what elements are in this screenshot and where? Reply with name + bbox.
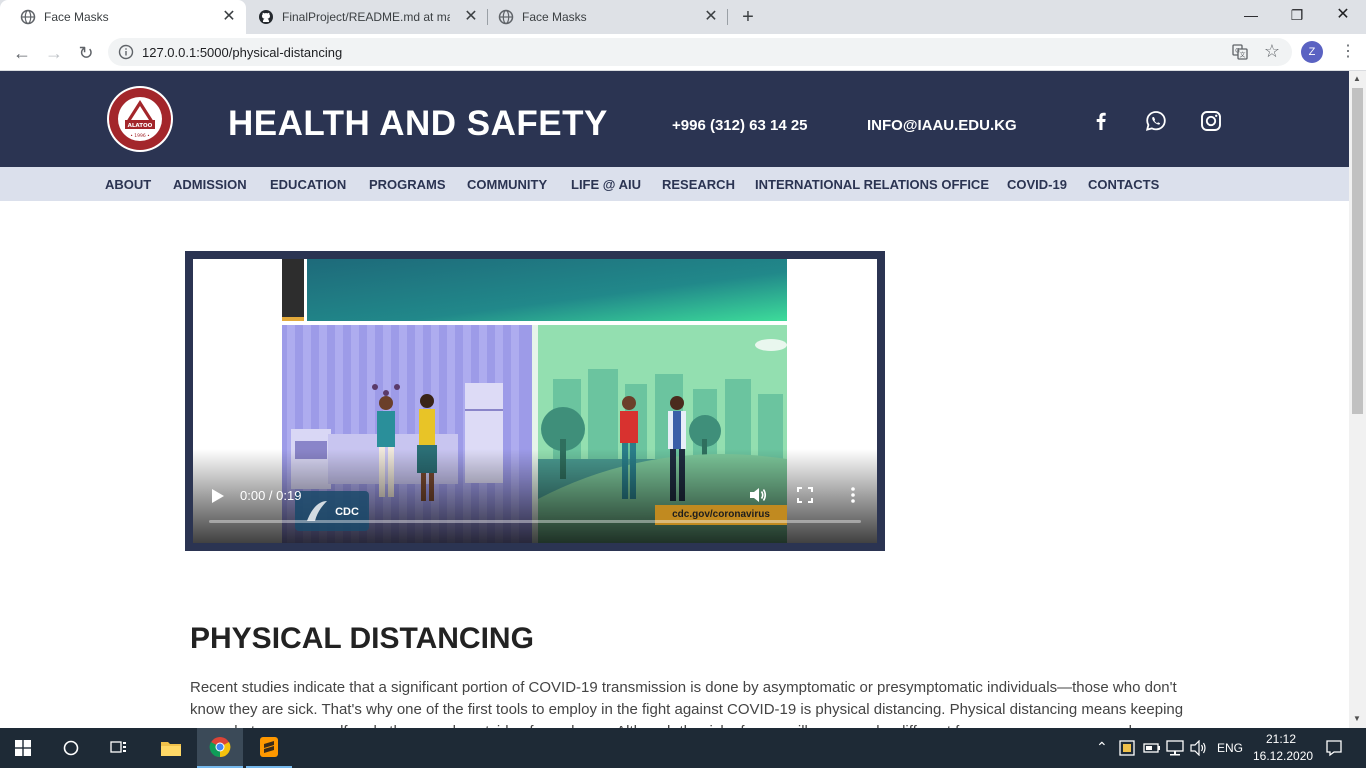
svg-text:文: 文 — [1239, 51, 1245, 59]
tab-title: Face Masks — [522, 10, 587, 24]
site-title: HEALTH AND SAFETY — [228, 104, 608, 143]
page-viewport: ALATOO • 1996 • HEALTH AND SAFETY +996 (… — [0, 71, 1349, 728]
svg-text:G: G — [1235, 48, 1240, 55]
video-frame: CDC cdc.gov/coronavirus 0:00 / 0:19 — [185, 251, 885, 551]
nav-research[interactable]: RESEARCH — [662, 177, 735, 192]
nav-programs[interactable]: PROGRAMS — [369, 177, 446, 192]
play-icon[interactable] — [211, 488, 225, 504]
phone-link[interactable]: +996 (312) 63 14 25 — [672, 117, 808, 134]
nav-education[interactable]: EDUCATION — [270, 177, 346, 192]
info-icon[interactable] — [118, 44, 134, 60]
file-explorer-button[interactable] — [148, 728, 194, 768]
close-icon[interactable]: ✕ — [702, 8, 720, 26]
page-scrollbar[interactable]: ▲ ▼ — [1349, 71, 1366, 728]
cdc-logo: CDC — [295, 491, 369, 531]
tab-title: FinalProject/README.md at main — [282, 10, 450, 24]
clock-date[interactable]: 16.12.2020 — [1253, 749, 1313, 763]
search-button[interactable] — [48, 728, 94, 768]
battery-icon[interactable] — [1143, 742, 1161, 754]
reload-icon[interactable]: ↻ — [72, 39, 100, 67]
page-title: PHYSICAL DISTANCING — [190, 622, 534, 655]
fullscreen-icon[interactable] — [797, 487, 813, 503]
browser-tabstrip: Face Masks ✕ FinalProject/README.md at m… — [0, 0, 1366, 34]
video-time: 0:00 / 0:19 — [240, 488, 302, 503]
folder-icon — [161, 742, 181, 756]
svg-text:• 1996 •: • 1996 • — [130, 133, 150, 139]
tab-title: Face Masks — [44, 10, 109, 24]
globe-icon — [20, 9, 36, 25]
close-window-icon[interactable]: ✕ — [1320, 0, 1366, 30]
main-nav: ABOUT ADMISSION EDUCATION PROGRAMS COMMU… — [0, 167, 1349, 201]
new-tab-button[interactable]: + — [737, 6, 759, 28]
tab-face-masks-1[interactable]: Face Masks ✕ — [0, 0, 246, 34]
close-icon[interactable]: ✕ — [220, 8, 238, 26]
scroll-down-icon[interactable]: ▼ — [1353, 714, 1361, 723]
task-view-button[interactable] — [96, 728, 142, 768]
nav-contacts[interactable]: CONTACTS — [1088, 177, 1159, 192]
site-header: ALATOO • 1996 • HEALTH AND SAFETY +996 (… — [0, 71, 1349, 167]
task-view-icon — [110, 741, 126, 753]
nav-covid-19[interactable]: COVID-19 — [1007, 177, 1067, 192]
facebook-icon[interactable] — [1089, 109, 1113, 133]
url-text: 127.0.0.1:5000/physical-distancing — [142, 45, 343, 60]
globe-icon — [498, 9, 514, 25]
whatsapp-icon[interactable] — [1144, 109, 1168, 133]
nav-life-at-aiu[interactable]: LIFE @ AIU — [571, 177, 641, 192]
address-bar[interactable]: 127.0.0.1:5000/physical-distancing 文G ☆ — [108, 38, 1292, 66]
svg-text:ALATOO: ALATOO — [128, 123, 153, 129]
minimize-icon[interactable]: — — [1228, 0, 1274, 30]
video-progress-bar[interactable] — [209, 520, 861, 523]
chrome-icon — [209, 737, 231, 758]
nav-community[interactable]: COMMUNITY — [467, 177, 547, 192]
windows-taskbar: ⌃ ENG 21:12 16.12.2020 — [0, 728, 1366, 768]
university-logo[interactable]: ALATOO • 1996 • — [106, 84, 174, 154]
video-player[interactable]: CDC cdc.gov/coronavirus 0:00 / 0:19 — [193, 259, 877, 543]
sublime-text-button[interactable] — [246, 728, 292, 768]
article-body: Recent studies indicate that a significa… — [190, 679, 1184, 728]
instagram-icon[interactable] — [1199, 109, 1223, 133]
scroll-up-icon[interactable]: ▲ — [1353, 74, 1361, 83]
start-button[interactable] — [0, 728, 46, 768]
windows-logo-icon — [15, 740, 31, 756]
security-tray-icon[interactable] — [1119, 740, 1135, 756]
sublime-text-icon — [260, 737, 278, 757]
translate-icon[interactable]: 文G — [1232, 44, 1248, 60]
forward-icon[interactable]: → — [40, 39, 68, 67]
tab-readme[interactable]: FinalProject/README.md at main ✕ — [238, 0, 488, 34]
browser-toolbar: ← → ↻ 127.0.0.1:5000/physical-distancing… — [0, 34, 1366, 71]
input-language[interactable]: ENG — [1217, 741, 1243, 755]
scrollbar-thumb[interactable] — [1352, 88, 1363, 414]
bookmark-star-icon[interactable]: ☆ — [1264, 41, 1280, 62]
network-icon[interactable] — [1166, 740, 1184, 756]
search-circle-icon — [63, 740, 79, 756]
clock-time[interactable]: 21:12 — [1266, 732, 1296, 746]
show-hidden-icons-icon[interactable]: ⌃ — [1096, 739, 1108, 756]
chrome-taskbar-button[interactable] — [197, 728, 243, 768]
github-icon — [259, 10, 273, 24]
cdc-logo-text: CDC — [335, 506, 359, 518]
tab-separator — [727, 9, 728, 25]
profile-avatar[interactable]: Z — [1301, 41, 1323, 63]
more-options-icon[interactable] — [847, 486, 859, 504]
nav-international-relations[interactable]: INTERNATIONAL RELATIONS OFFICE — [755, 177, 989, 192]
restore-icon[interactable]: ❐ — [1274, 0, 1320, 30]
nav-admission[interactable]: ADMISSION — [173, 177, 247, 192]
volume-icon[interactable] — [749, 486, 767, 504]
back-icon[interactable]: ← — [8, 39, 36, 67]
nav-about[interactable]: ABOUT — [105, 177, 151, 192]
tab-face-masks-2[interactable]: Face Masks ✕ — [478, 0, 728, 34]
browser-menu-icon[interactable]: ⋮ — [1340, 40, 1356, 64]
email-link[interactable]: INFO@IAAU.EDU.KG — [867, 117, 1017, 134]
speaker-icon[interactable] — [1190, 740, 1208, 756]
notifications-icon[interactable] — [1325, 739, 1343, 757]
